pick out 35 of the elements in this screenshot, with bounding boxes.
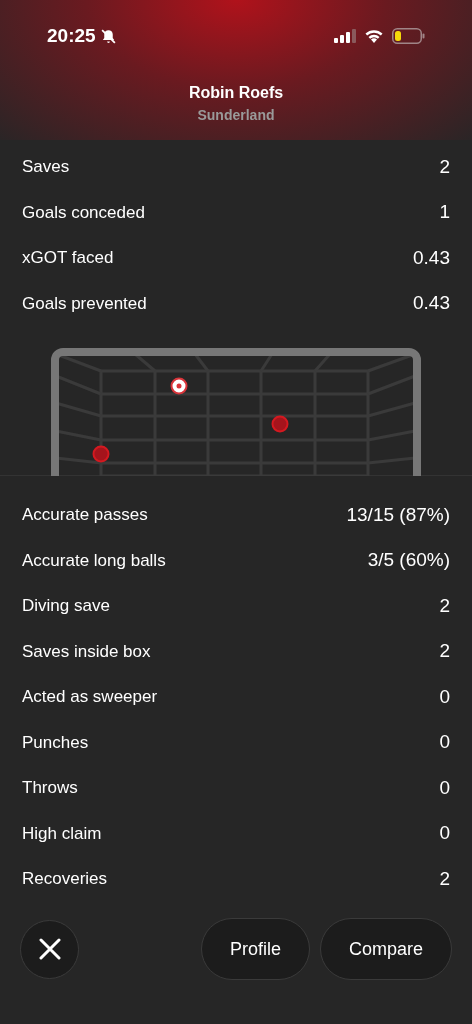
stat-label: Diving save (22, 595, 110, 617)
stat-label: Accurate passes (22, 504, 148, 526)
stat-value: 0 (439, 730, 450, 754)
close-icon (38, 938, 61, 960)
stat-label: Goals prevented (22, 292, 147, 315)
signal-icon (334, 29, 356, 44)
stat-value: 2 (439, 639, 450, 663)
stat-value: 0.43 (413, 291, 450, 315)
player-name: Robin Roefs (188, 82, 284, 103)
stat-label: Saves (22, 156, 70, 178)
pill-button[interactable]: Compare (320, 918, 452, 980)
stat-value: 1 (439, 200, 450, 224)
pill-button[interactable]: Profile (201, 918, 310, 980)
stat-value: 2 (439, 593, 450, 618)
stat-label: Accurate long balls (22, 549, 166, 572)
stat-label: Recoveries (22, 868, 108, 890)
stat-value: 2 (439, 154, 450, 179)
stat-label: Acted as sweeper (22, 686, 158, 708)
battery-icon (392, 28, 425, 45)
stat-label: xGOT faced (22, 247, 114, 269)
stat-label: Goals conceded (22, 201, 145, 224)
stat-value: 3/5 (60%) (367, 548, 450, 572)
stat-value: 0.43 (413, 245, 450, 270)
stat-value: 13/15 (87%) (346, 502, 450, 527)
stat-label: Saves inside box (22, 640, 151, 663)
stat-value: 0 (439, 821, 450, 845)
status-time: 20:25 (47, 24, 96, 48)
stat-value: 0 (439, 684, 450, 709)
team-name: Sunderland (197, 105, 275, 125)
wifi-icon (364, 28, 384, 44)
stat-label: Throws (22, 777, 78, 799)
stat-value: 0 (439, 775, 450, 800)
stat-label: High claim (22, 822, 102, 845)
stat-value: 2 (439, 866, 450, 891)
stat-label: Punches (22, 731, 89, 754)
